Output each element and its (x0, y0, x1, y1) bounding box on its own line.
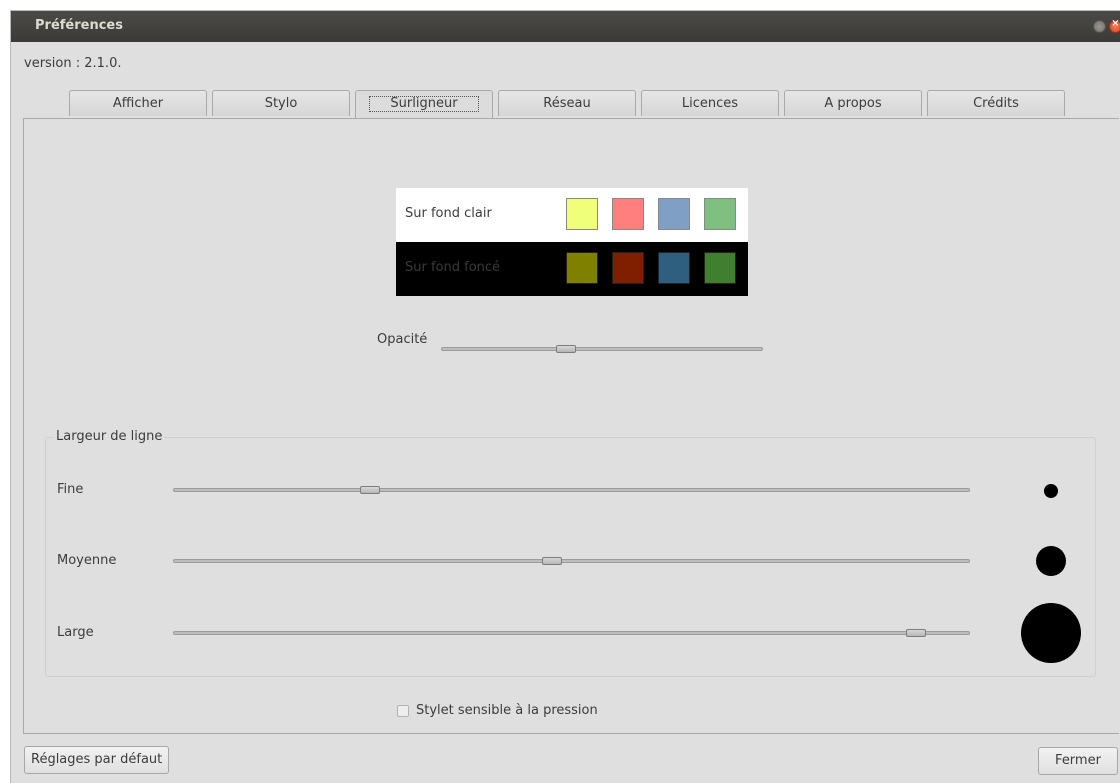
moyenne-width-slider[interactable] (173, 557, 970, 565)
fine-label: Fine (57, 482, 84, 497)
version-label: version : 2.1.0. (24, 56, 122, 71)
swatch-dark-red[interactable] (612, 252, 644, 284)
opacity-label: Opacité (377, 332, 428, 347)
swatch-light-blue[interactable] (658, 198, 690, 230)
defaults-button[interactable]: Réglages par défaut (24, 746, 170, 774)
tab-credits[interactable]: Crédits (927, 90, 1065, 116)
preferences-window: Préférences × version : 2.1.0. Afficher … (10, 10, 1120, 783)
pressure-checkbox-label[interactable]: Stylet sensible à la pression (416, 703, 598, 718)
line-width-group: Largeur de ligne Fine Moyenne Large (45, 429, 1096, 677)
light-background-row: Sur fond clair (396, 188, 748, 242)
tab-label: Réseau (543, 96, 591, 111)
opacity-slider-handle[interactable] (556, 345, 576, 353)
dark-row-label: Sur fond foncé (405, 260, 501, 275)
tab-label: Surligneur (369, 96, 479, 112)
tab-afficher[interactable]: Afficher (69, 90, 207, 116)
large-label: Large (57, 625, 94, 640)
swatch-light-green[interactable] (704, 198, 736, 230)
color-swatch-grid: Sur fond clair Sur fond foncé (396, 188, 748, 296)
window-title: Préférences (35, 18, 123, 33)
opacity-slider[interactable] (441, 345, 763, 353)
tab-label: Licences (681, 96, 739, 111)
pressure-checkbox[interactable] (397, 705, 409, 717)
moyenne-label: Moyenne (57, 553, 117, 568)
close-window-icon[interactable]: × (1109, 18, 1120, 33)
light-row-label: Sur fond clair (405, 206, 492, 221)
tab-label: Afficher (112, 96, 164, 111)
tab-label: A propos (824, 96, 882, 111)
fine-slider-handle[interactable] (360, 486, 380, 494)
dark-background-row: Sur fond foncé (396, 242, 748, 296)
fine-width-slider[interactable] (173, 486, 970, 494)
tab-label: Stylo (264, 96, 298, 111)
swatch-dark-yellow[interactable] (566, 252, 598, 284)
swatch-dark-green[interactable] (704, 252, 736, 284)
swatch-light-red[interactable] (612, 198, 644, 230)
large-width-slider[interactable] (173, 629, 970, 637)
tab-a-propos[interactable]: A propos (784, 90, 922, 116)
close-button[interactable]: Fermer (1038, 747, 1118, 775)
highlighter-panel: Sur fond clair Sur fond foncé Opacité La… (23, 118, 1119, 734)
line-width-group-title: Largeur de ligne (54, 429, 165, 444)
moyenne-slider-handle[interactable] (542, 557, 562, 565)
tab-licences[interactable]: Licences (641, 90, 779, 116)
swatch-light-yellow[interactable] (566, 198, 598, 230)
tab-label: Crédits (973, 96, 1019, 111)
tab-stylo[interactable]: Stylo (212, 90, 350, 116)
tab-reseau[interactable]: Réseau (498, 90, 636, 116)
swatch-dark-blue[interactable] (658, 252, 690, 284)
moyenne-preview-dot (1036, 546, 1066, 576)
fine-preview-dot (1044, 484, 1058, 498)
minimize-icon[interactable] (1093, 20, 1106, 33)
large-preview-dot (1021, 603, 1081, 663)
title-bar[interactable]: Préférences × (11, 11, 1120, 42)
tab-surligneur[interactable]: Surligneur (355, 90, 493, 119)
large-slider-handle[interactable] (906, 629, 926, 637)
